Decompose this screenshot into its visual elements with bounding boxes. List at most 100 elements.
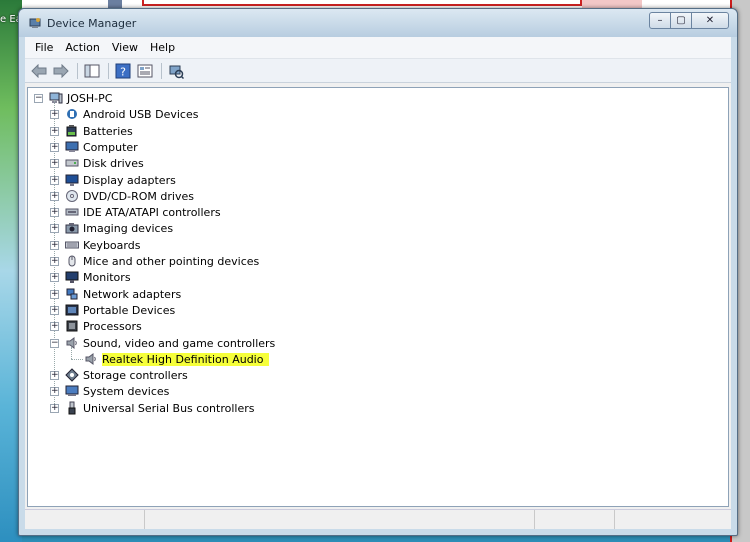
node-label: IDE ATA/ATAPI controllers	[83, 205, 221, 219]
system-icon	[65, 384, 79, 398]
tree-category-node[interactable]: + Monitors	[50, 269, 131, 285]
tree-root-node[interactable]: − JOSH-PC	[34, 90, 112, 106]
node-label: Processors	[83, 319, 142, 333]
menu-file[interactable]: File	[29, 39, 59, 56]
keyboard-icon	[65, 238, 79, 252]
properties-button[interactable]	[135, 62, 155, 80]
tree-guide-line	[71, 359, 83, 360]
minimize-button[interactable]: –	[649, 12, 671, 29]
menu-view[interactable]: View	[106, 39, 144, 56]
status-bar	[25, 509, 731, 529]
node-label: Portable Devices	[83, 303, 176, 317]
tree-category-node[interactable]: + Batteries	[50, 123, 133, 139]
node-label: Batteries	[83, 124, 133, 138]
tree-category-node[interactable]: + Imaging devices	[50, 220, 173, 236]
expand-toggle[interactable]: +	[50, 370, 59, 380]
forward-button[interactable]	[51, 62, 71, 80]
show-hide-console-tree-button[interactable]	[82, 62, 102, 80]
status-cell	[25, 510, 145, 529]
expand-toggle[interactable]: +	[50, 403, 59, 413]
expand-toggle[interactable]: +	[50, 240, 59, 250]
expand-toggle[interactable]: +	[50, 272, 59, 282]
scan-hardware-button[interactable]	[166, 62, 186, 80]
expand-toggle[interactable]: +	[50, 321, 59, 331]
device-manager-app-icon	[29, 18, 41, 28]
help-button[interactable]: ?	[113, 62, 133, 80]
tree-category-node[interactable]: + Portable Devices	[50, 302, 175, 318]
toolbar-separator	[77, 62, 78, 79]
battery-icon	[65, 124, 79, 138]
status-cell	[535, 510, 615, 529]
tree-category-node[interactable]: + Network adapters	[50, 286, 181, 302]
tree-category-node[interactable]: + Mice and other pointing devices	[50, 253, 259, 269]
network-icon	[65, 287, 79, 301]
node-label: System devices	[83, 384, 170, 398]
device-tree-pane[interactable]: − JOSH-PC + Android USB Devices + Batteries + C…	[27, 87, 729, 507]
desktop-top-strip	[22, 0, 730, 8]
title-bar[interactable]: Device Manager – ▢ ✕	[19, 9, 737, 37]
tree-category-node[interactable]: + Universal Serial Bus controllers	[50, 400, 254, 416]
close-button[interactable]: ✕	[691, 12, 729, 29]
status-cell	[615, 510, 731, 529]
expand-toggle[interactable]: +	[50, 223, 59, 233]
tree-category-node[interactable]: + Disk drives	[50, 155, 144, 171]
tree-category-node[interactable]: + Keyboards	[50, 237, 140, 253]
background-window-edge	[142, 0, 582, 6]
speaker-icon	[65, 336, 79, 350]
toolbar-separator	[108, 62, 109, 79]
computer-root	[49, 91, 63, 105]
tree-category-node[interactable]: + System devices	[50, 383, 169, 399]
menu-help[interactable]: Help	[144, 39, 181, 56]
expand-toggle[interactable]: +	[50, 109, 59, 119]
node-label: Display adapters	[83, 173, 176, 187]
tree-category-node[interactable]: + IDE ATA/ATAPI controllers	[50, 204, 221, 220]
storage-icon	[65, 368, 79, 382]
collapse-toggle[interactable]: −	[34, 93, 43, 103]
svg-text:?: ?	[120, 65, 126, 78]
expand-toggle[interactable]: +	[50, 207, 59, 217]
expand-toggle[interactable]: +	[50, 158, 59, 168]
background-window-close	[582, 0, 642, 8]
maximize-button[interactable]: ▢	[670, 12, 692, 29]
expand-toggle[interactable]: +	[50, 175, 59, 185]
computer-icon	[65, 140, 79, 154]
mouse-icon	[65, 254, 79, 268]
usb-icon	[65, 107, 79, 121]
processor-icon	[65, 319, 79, 333]
portable-icon	[65, 303, 79, 317]
expand-toggle[interactable]: +	[50, 191, 59, 201]
tree-category-node[interactable]: + Storage controllers	[50, 367, 188, 383]
tree-category-node[interactable]: + Computer	[50, 139, 138, 155]
node-label: DVD/CD-ROM drives	[83, 189, 194, 203]
toolbar: ?	[25, 59, 731, 83]
tree-category-node[interactable]: + Display adapters	[50, 172, 176, 188]
node-label: Mice and other pointing devices	[83, 254, 260, 268]
node-label: Computer	[83, 140, 138, 154]
node-label: Network adapters	[83, 287, 182, 301]
expand-toggle[interactable]: +	[50, 305, 59, 315]
camera-icon	[65, 221, 79, 235]
tree-category-node[interactable]: + Processors	[50, 318, 142, 334]
display-icon	[65, 173, 79, 187]
caption-buttons: – ▢ ✕	[649, 12, 729, 29]
node-label: Storage controllers	[83, 368, 188, 382]
tree-category-node[interactable]: + Android USB Devices	[50, 106, 198, 122]
back-arrow-icon	[31, 63, 47, 78]
minimize-icon: –	[657, 15, 663, 26]
collapse-toggle[interactable]: −	[50, 338, 59, 348]
node-label: Sound, video and game controllers	[83, 336, 276, 350]
client-area: File Action View Help ? − JOSH-PC + Andr…	[25, 37, 731, 529]
tree-category-node[interactable]: − Sound, video and game controllers	[50, 335, 275, 351]
tree-device-node[interactable]: Realtek High Definition Audio	[84, 351, 270, 367]
forward-arrow-icon	[53, 63, 69, 78]
expand-toggle[interactable]: +	[50, 289, 59, 299]
expand-toggle[interactable]: +	[50, 256, 59, 266]
maximize-icon: ▢	[676, 15, 686, 26]
tree-category-node[interactable]: + DVD/CD-ROM drives	[50, 188, 194, 204]
menu-action[interactable]: Action	[59, 39, 105, 56]
monitor-icon	[65, 270, 79, 284]
back-button[interactable]	[29, 62, 49, 80]
expand-toggle[interactable]: +	[50, 142, 59, 152]
expand-toggle[interactable]: +	[50, 386, 59, 396]
expand-toggle[interactable]: +	[50, 126, 59, 136]
